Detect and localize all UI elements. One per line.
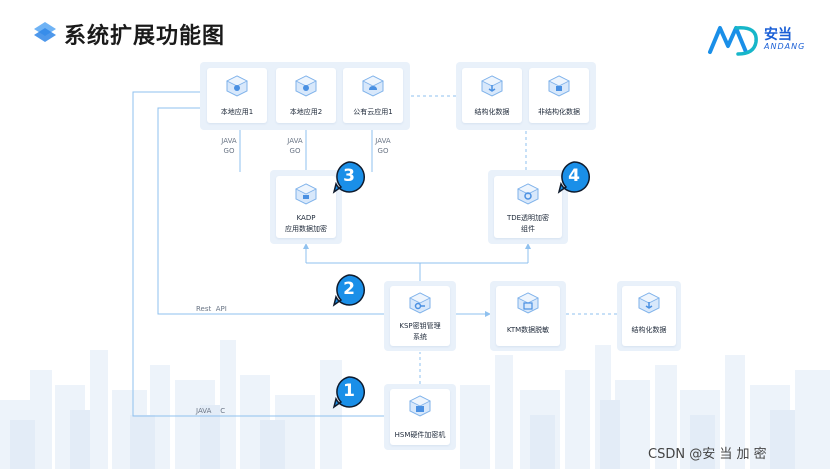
hsm-label: HSM硬件加密机 [394,431,446,439]
structured-data-icon [481,75,503,97]
badge-3-number: 3 [343,166,355,186]
ksp-label-line2: 系统 [413,333,427,341]
badge-2-number: 2 [343,279,355,299]
cube-icon [226,75,248,97]
public-cloud-app-1-label: 公有云应用1 [353,108,393,116]
lang-label-3: JAVA GO [372,136,394,156]
tde-cube-icon [517,183,539,205]
encryption-cube-icon [295,183,317,205]
go-label: GO [377,147,389,155]
cloud-cube-icon [362,75,384,97]
lang-label-1: JAVA GO [218,136,240,156]
data-masking-cube-icon [517,292,539,314]
badge-1: 1 [332,375,366,409]
unstructured-data-icon [548,75,570,97]
ksp-node[interactable]: KSP密钥管理 系统 [390,286,450,346]
kadp-label-line2: 应用数据加密 [285,225,327,233]
go-label: GO [289,147,301,155]
local-app-2-label: 本地应用2 [289,108,323,116]
tde-label-line2: 组件 [521,225,535,233]
local-app-1-node[interactable]: 本地应用1 [207,68,267,123]
structured-data-right-node[interactable]: 结构化数据 [622,286,676,346]
key-management-cube-icon [409,292,431,314]
java-c-label: JAVA C [196,407,226,415]
go-label: GO [223,147,235,155]
rest-api-label: Rest API [196,305,227,313]
hsm-node[interactable]: HSM硬件加密机 [390,389,450,445]
ktm-node[interactable]: KTM数据脱敏 [496,286,560,346]
structured-data-icon [638,292,660,314]
lang-label-2: JAVA GO [284,136,306,156]
kadp-node[interactable]: KADP 应用数据加密 [276,176,336,238]
java-label: JAVA [375,137,391,145]
badge-4-number: 4 [568,166,580,186]
badge-4: 4 [557,160,591,194]
public-cloud-app-1-node[interactable]: 公有云应用1 [343,68,403,123]
structured-data-right-label: 结构化数据 [631,326,667,334]
structured-data-node[interactable]: 结构化数据 [462,68,522,123]
unstructured-data-node[interactable]: 非结构化数据 [529,68,589,123]
badge-1-number: 1 [343,381,355,401]
structured-data-label: 结构化数据 [474,108,510,116]
unstructured-data-label: 非结构化数据 [538,108,580,116]
hardware-encryptor-cube-icon [409,395,431,417]
java-label: JAVA [221,137,237,145]
local-app-1-label: 本地应用1 [220,108,254,116]
java-label: JAVA [287,137,303,145]
ktm-label: KTM数据脱敏 [506,326,550,334]
cube-icon [295,75,317,97]
badge-2: 2 [332,273,366,307]
badge-3: 3 [332,160,366,194]
local-app-2-node[interactable]: 本地应用2 [276,68,336,123]
tde-node[interactable]: TDE透明加密 组件 [494,176,562,238]
csdn-watermark: CSDN @安 当 加 密 [648,447,767,462]
